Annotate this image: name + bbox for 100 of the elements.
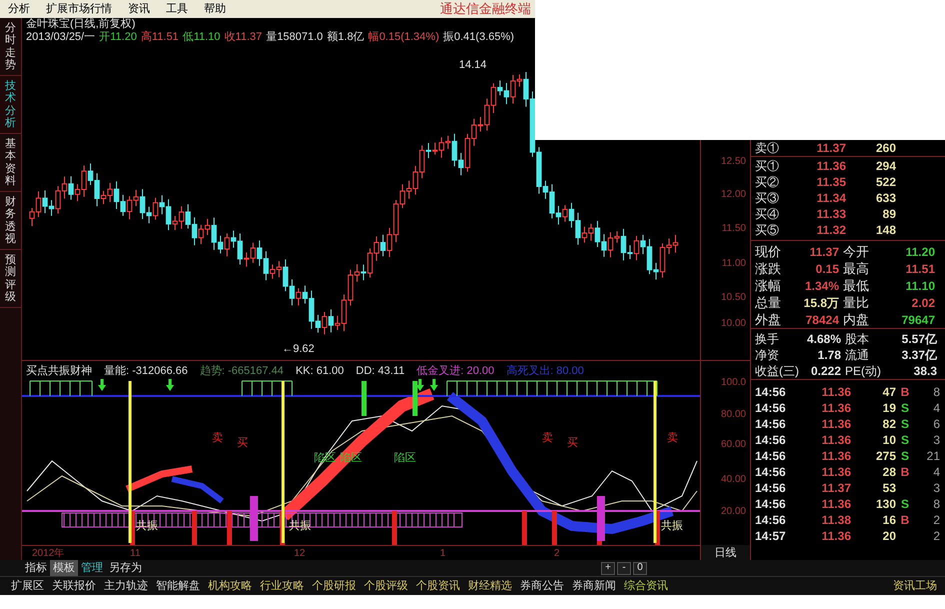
order-price: 11.34 xyxy=(816,190,846,207)
trade-volume: 130 xyxy=(874,496,896,513)
stat-value: 79647 xyxy=(900,312,936,328)
menu-item[interactable]: 分析 xyxy=(0,0,38,18)
trade-price: 11.36 xyxy=(820,448,851,465)
side-tab[interactable]: 基本资料 xyxy=(0,134,21,192)
side-tab[interactable]: 预测评级 xyxy=(0,250,21,308)
trade-side: B xyxy=(900,385,910,399)
trade-count: 8 xyxy=(932,384,941,401)
order-volume: 260 xyxy=(874,140,896,157)
bottom-tab[interactable]: 行业攻略 xyxy=(257,578,307,594)
axis-label: 20.00 xyxy=(720,505,746,519)
trade-count: 2 xyxy=(932,512,941,529)
stat-value: 0.222 xyxy=(810,363,841,380)
indicator-value: DD: 43.11 xyxy=(356,364,405,379)
indicator-value: 趋势: -665167.44 xyxy=(200,364,284,379)
trade-price: 11.36 xyxy=(820,464,851,481)
order-volume: 89 xyxy=(882,206,896,223)
template-tab[interactable]: 管理 xyxy=(78,560,106,576)
trade-price: 11.36 xyxy=(820,400,851,417)
stat-label: 换手 xyxy=(754,331,780,348)
quote-value: 开11.20 xyxy=(99,31,137,44)
stat-label: 内盘 xyxy=(842,310,870,329)
chart-label: 买 xyxy=(237,437,248,449)
stat-value: 5.57亿 xyxy=(900,331,938,348)
trade-time: 14:57 xyxy=(754,528,787,545)
axis-label: 12.00 xyxy=(720,188,746,202)
date-label: 2012年 xyxy=(32,547,64,561)
trade-volume: 47 xyxy=(882,384,896,401)
order-label: 买④ xyxy=(754,206,780,223)
order-label: 买② xyxy=(754,174,780,191)
axis-label: 10.50 xyxy=(720,291,746,305)
trade-count: 2 xyxy=(932,528,941,545)
zoom-button[interactable]: 0 xyxy=(633,562,647,574)
stat-value: 15.8万 xyxy=(802,294,839,312)
trade-count: 3 xyxy=(932,432,941,449)
indicator-value: 低金叉进: 20.00 xyxy=(416,364,494,379)
trade-price: 11.36 xyxy=(820,416,851,433)
bottom-tab[interactable]: 扩展区 xyxy=(8,578,47,594)
quote-date: 2013/03/25/一 xyxy=(26,31,96,44)
order-volume: 148 xyxy=(874,222,896,239)
order-price: 11.32 xyxy=(816,222,846,239)
stat-label: 净资 xyxy=(754,347,780,364)
trade-volume: 16 xyxy=(882,512,896,529)
axis-label: 60.00 xyxy=(720,438,746,452)
trade-price: 11.36 xyxy=(820,384,851,401)
menu-item[interactable]: 帮助 xyxy=(196,0,234,18)
stat-label: 外盘 xyxy=(754,310,782,329)
bottom-tab[interactable]: 主力轨迹 xyxy=(101,578,151,594)
trade-price: 11.36 xyxy=(820,432,851,449)
stat-value: 3.37亿 xyxy=(900,347,938,364)
menu-item[interactable]: 资讯 xyxy=(120,0,158,18)
bottom-tab[interactable]: 机构攻略 xyxy=(205,578,255,594)
quote-value: 幅0.15(1.34%) xyxy=(368,31,440,44)
bottom-tab[interactable]: 券商新闻 xyxy=(569,578,619,594)
template-tab[interactable]: 指标 xyxy=(22,560,50,576)
trade-volume: 19 xyxy=(882,400,896,417)
order-volume: 633 xyxy=(874,190,896,207)
stat-label: 涨幅 xyxy=(754,276,782,295)
trade-volume: 53 xyxy=(882,480,896,497)
period-label: 日线 xyxy=(701,545,750,560)
indicator-value: 高死叉出: 80.00 xyxy=(506,364,584,379)
trade-volume: 20 xyxy=(882,528,896,545)
side-tab[interactable]: 财务透视 xyxy=(0,192,21,250)
menu-item[interactable]: 工具 xyxy=(158,0,196,18)
trade-time: 14:56 xyxy=(754,496,787,513)
template-tab[interactable]: 另存为 xyxy=(106,560,145,576)
high-price-label: 14.14 xyxy=(459,58,487,73)
bottom-tab[interactable]: 个股资讯 xyxy=(413,578,463,594)
bottom-tab[interactable]: 综合资讯 xyxy=(621,578,671,594)
bottom-tab[interactable]: 财经精选 xyxy=(465,578,515,594)
bottom-tab[interactable]: 个股评级 xyxy=(361,578,411,594)
order-price: 11.36 xyxy=(816,158,846,175)
stat-value: 1.78 xyxy=(816,347,841,364)
bottom-tab[interactable]: 券商公告 xyxy=(517,578,567,594)
chart-label: 共振 xyxy=(661,520,683,532)
bottom-tab[interactable]: 智能解盘 xyxy=(153,578,203,594)
menu-item[interactable]: 扩展市场行情 xyxy=(38,0,120,18)
axis-label: 10.00 xyxy=(720,317,746,331)
trade-time: 14:56 xyxy=(754,384,787,401)
order-label: 买③ xyxy=(754,190,780,207)
trade-price: 11.38 xyxy=(820,512,851,529)
quote-value: 振0.41(3.65%) xyxy=(443,31,514,44)
zoom-button[interactable]: + xyxy=(601,562,615,574)
trade-time: 14:56 xyxy=(754,480,787,497)
stat-label: 总量 xyxy=(754,294,782,312)
side-tab[interactable]: 技术分析 xyxy=(0,76,21,134)
template-tab[interactable]: 模板 xyxy=(50,560,78,576)
stat-label: 流通 xyxy=(844,347,870,364)
bottom-tab[interactable]: 资讯工场 xyxy=(890,578,945,594)
trade-time: 14:56 xyxy=(754,448,787,465)
stat-value: 4.68% xyxy=(806,331,841,348)
chart-title: 金叶珠宝(日线,前复权) xyxy=(26,18,136,31)
bottom-tab[interactable]: 关联报价 xyxy=(49,578,99,594)
trade-volume: 10 xyxy=(882,432,896,449)
quote-value: 收11.37 xyxy=(224,31,262,44)
bottom-tab[interactable]: 个股研报 xyxy=(309,578,359,594)
axis-label: 11.00 xyxy=(722,257,746,271)
trade-price: 11.36 xyxy=(820,496,851,513)
zoom-button[interactable]: - xyxy=(617,562,631,574)
